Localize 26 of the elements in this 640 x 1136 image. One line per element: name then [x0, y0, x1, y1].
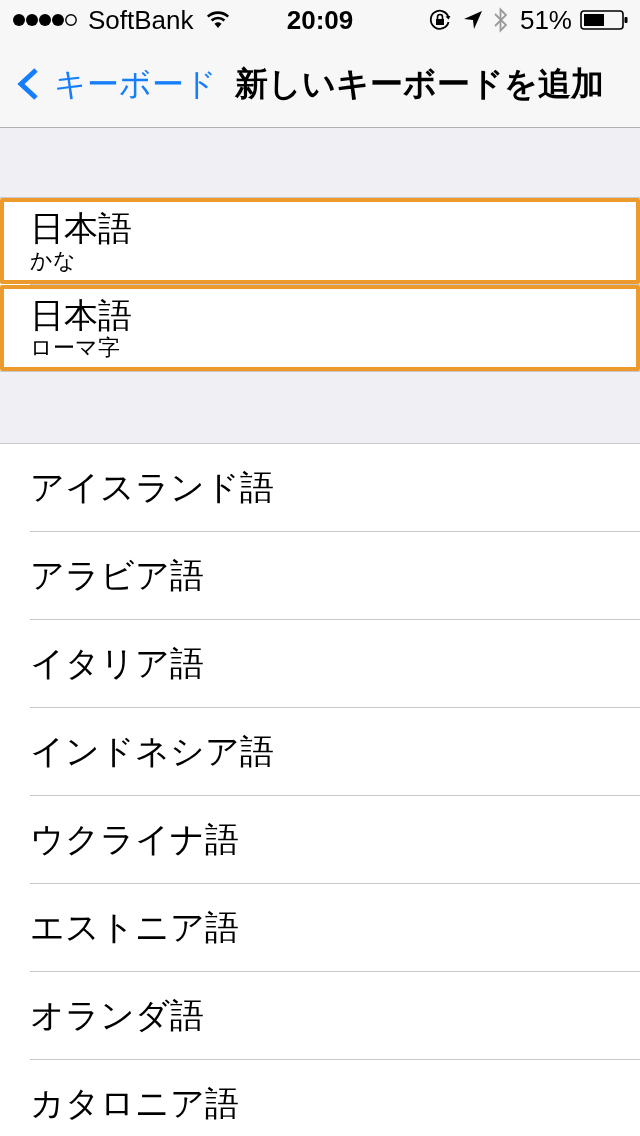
location-arrow-icon [463, 11, 482, 29]
keyboard-layout: ローマ字 [30, 335, 120, 361]
language-row[interactable]: オランダ語 [0, 972, 640, 1059]
signal-strength-icon [12, 13, 78, 27]
language-row[interactable]: アラビア語 [0, 532, 640, 619]
language-row[interactable]: インドネシア語 [0, 708, 640, 795]
language-row[interactable]: アイスランド語 [0, 444, 640, 531]
language-row[interactable]: ウクライナ語 [0, 796, 640, 883]
page-title: 新しいキーボードを追加 [235, 67, 604, 100]
keyboard-option[interactable]: 日本語 ローマ字 [0, 285, 640, 371]
battery-icon [580, 10, 628, 30]
bluetooth-icon [493, 7, 508, 33]
orientation-lock-icon [427, 8, 452, 32]
carrier-name: SoftBank [88, 7, 194, 33]
language-row[interactable]: カタロニア語 [0, 1060, 640, 1136]
clock-time: 20:09 [285, 7, 355, 33]
back-chevron-icon [16, 67, 40, 100]
battery-percentage: 51% [519, 7, 572, 33]
keyboard-language: 日本語 [30, 208, 132, 248]
back-button[interactable]: キーボード [0, 67, 217, 100]
language-row[interactable]: イタリア語 [0, 620, 640, 707]
keyboard-layout: かな [30, 248, 76, 274]
keyboard-option[interactable]: 日本語 かな [0, 198, 640, 284]
language-row[interactable]: エストニア語 [0, 884, 640, 971]
keyboard-language: 日本語 [30, 295, 132, 335]
wifi-icon [205, 11, 230, 29]
